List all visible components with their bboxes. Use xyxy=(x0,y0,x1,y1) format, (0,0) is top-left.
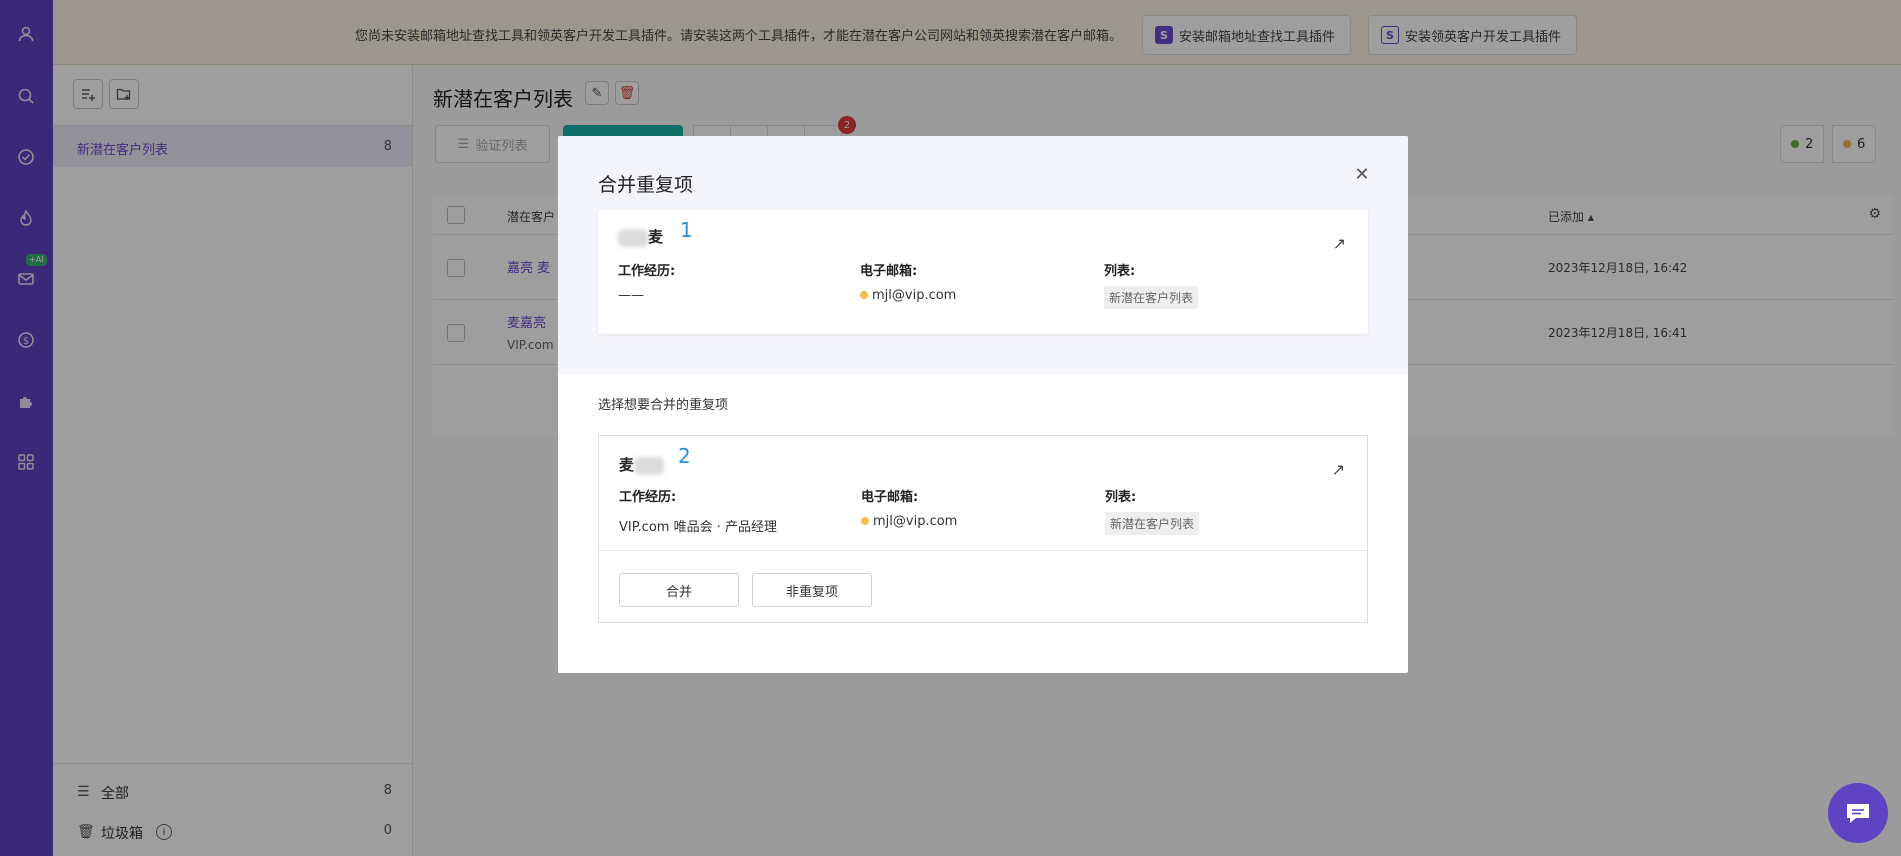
card-divider xyxy=(599,550,1367,551)
redacted-name-part xyxy=(618,228,648,247)
contact-name: 麦 xyxy=(619,454,665,475)
close-icon[interactable]: ✕ xyxy=(1352,164,1372,185)
name-prefix: 麦 xyxy=(619,456,635,474)
list-tag: 新潜在客户列表 xyxy=(1104,286,1199,309)
list-label: 列表: xyxy=(1104,264,1136,279)
name-suffix: 麦 xyxy=(648,228,664,246)
merge-duplicates-dialog: 合并重复项 ✕ 麦 1 ↗ 工作经历: 电子邮箱: 列表: —— mjl@vip… xyxy=(558,136,1408,673)
work-value: —— xyxy=(618,288,644,303)
work-label: 工作经历: xyxy=(618,264,676,279)
email-label: 电子邮箱: xyxy=(861,490,919,505)
email-status-dot xyxy=(860,291,868,299)
email-value: mjl@vip.com xyxy=(861,514,957,529)
item-number: 1 xyxy=(680,218,693,242)
choose-duplicates-label: 选择想要合并的重复项 xyxy=(598,398,729,413)
list-tag: 新潜在客户列表 xyxy=(1105,512,1200,535)
merge-button[interactable]: 合并 xyxy=(619,573,739,607)
email-value: mjl@vip.com xyxy=(860,288,956,303)
email-text: mjl@vip.com xyxy=(872,288,957,303)
not-duplicate-button[interactable]: 非重复项 xyxy=(752,573,872,607)
work-value: VIP.com 唯品会 · 产品经理 xyxy=(619,520,777,535)
chat-icon xyxy=(1847,804,1869,823)
work-label: 工作经历: xyxy=(619,490,677,505)
item-number: 2 xyxy=(678,444,691,468)
email-label: 电子邮箱: xyxy=(860,264,918,279)
redacted-name-part xyxy=(634,456,665,475)
list-label: 列表: xyxy=(1105,490,1137,505)
modal-title: 合并重复项 xyxy=(598,174,694,196)
duplicate-contact-card: 麦 2 ↗ 工作经历: 电子邮箱: 列表: VIP.com 唯品会 · 产品经理… xyxy=(598,435,1368,623)
email-status-dot xyxy=(861,517,869,525)
chat-button[interactable] xyxy=(1828,783,1888,843)
external-link-icon[interactable]: ↗ xyxy=(1333,234,1346,253)
external-link-icon[interactable]: ↗ xyxy=(1332,460,1345,479)
email-text: mjl@vip.com xyxy=(873,514,958,529)
contact-name: 麦 xyxy=(618,226,663,247)
primary-contact-card: 麦 1 ↗ 工作经历: 电子邮箱: 列表: —— mjl@vip.com 新潜在… xyxy=(598,210,1368,334)
